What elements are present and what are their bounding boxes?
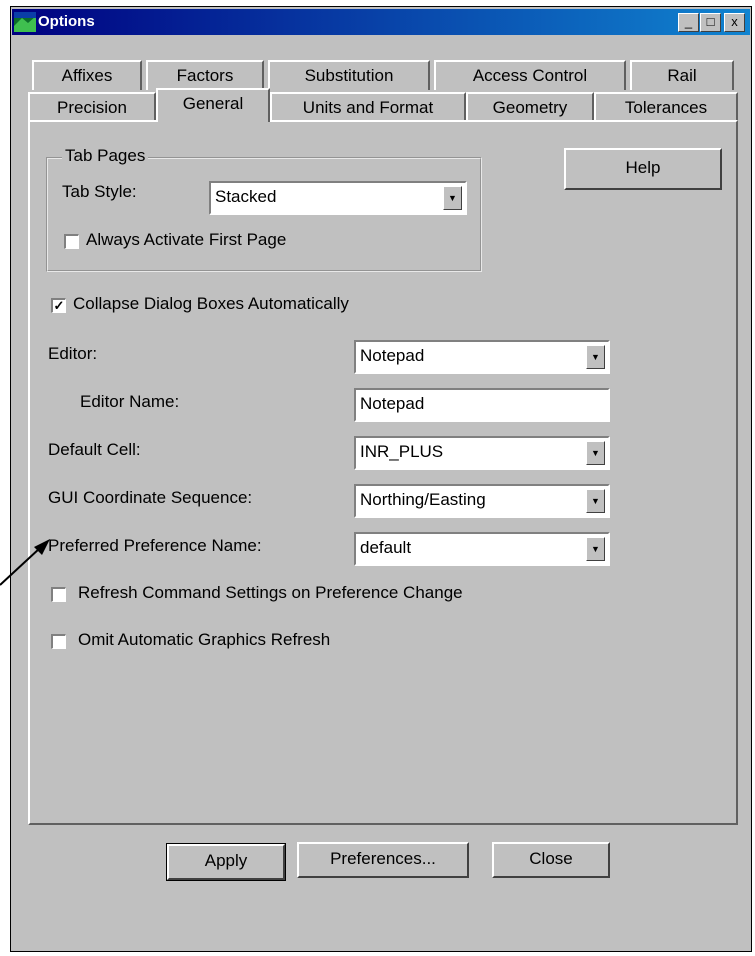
tab-factors[interactable]: Factors bbox=[146, 60, 264, 90]
editor-name-input[interactable]: Notepad bbox=[354, 388, 610, 422]
tab-pages-legend: Tab Pages bbox=[62, 146, 149, 166]
gui-coordinate-sequence-dropdown[interactable]: Northing/Easting ▼ bbox=[354, 484, 610, 518]
always-activate-first-page-label: Always Activate First Page bbox=[86, 230, 287, 249]
apply-button[interactable]: Apply bbox=[166, 843, 286, 881]
omit-graphics-refresh-label: Omit Automatic Graphics Refresh bbox=[78, 630, 331, 649]
gui-coordinate-sequence-label: GUI Coordinate Sequence: bbox=[48, 488, 253, 507]
tab-tolerances[interactable]: Tolerances bbox=[594, 92, 738, 122]
tab-style-label: Tab Style: bbox=[62, 182, 137, 201]
minimize-icon[interactable]: _ bbox=[678, 13, 699, 32]
tab-style-dropdown[interactable]: Stacked ▼ bbox=[209, 181, 467, 215]
chevron-down-icon[interactable]: ▼ bbox=[586, 537, 605, 561]
tab-rail[interactable]: Rail bbox=[630, 60, 734, 90]
window-title: Options bbox=[38, 13, 95, 30]
always-activate-first-page-checkbox[interactable] bbox=[64, 234, 79, 249]
tab-access-control[interactable]: Access Control bbox=[434, 60, 626, 90]
default-cell-label: Default Cell: bbox=[48, 440, 141, 459]
preferred-preference-name-value: default bbox=[360, 538, 412, 557]
preferred-preference-name-label: Preferred Preference Name: bbox=[48, 536, 262, 555]
chevron-down-icon[interactable]: ▼ bbox=[586, 441, 605, 465]
tab-affixes[interactable]: Affixes bbox=[32, 60, 142, 90]
app-icon bbox=[14, 12, 36, 32]
close-button[interactable]: Close bbox=[492, 842, 610, 878]
preferences-button[interactable]: Preferences... bbox=[297, 842, 469, 878]
editor-dropdown[interactable]: Notepad ▼ bbox=[354, 340, 610, 374]
tab-units-and-format[interactable]: Units and Format bbox=[270, 92, 466, 122]
tab-substitution[interactable]: Substitution bbox=[268, 60, 430, 90]
chevron-down-icon[interactable]: ▼ bbox=[586, 489, 605, 513]
tab-geometry[interactable]: Geometry bbox=[466, 92, 594, 122]
tab-precision[interactable]: Precision bbox=[28, 92, 156, 122]
editor-label: Editor: bbox=[48, 344, 98, 363]
default-cell-value: INR_PLUS bbox=[360, 442, 444, 461]
chevron-down-icon[interactable]: ▼ bbox=[586, 345, 605, 369]
refresh-command-settings-label: Refresh Command Settings on Preference C… bbox=[78, 583, 463, 602]
editor-name-label: Editor Name: bbox=[80, 392, 180, 411]
help-button[interactable]: Help bbox=[564, 148, 722, 190]
editor-value: Notepad bbox=[360, 346, 425, 365]
tab-general[interactable]: General bbox=[156, 88, 270, 122]
omit-graphics-refresh-checkbox[interactable] bbox=[51, 634, 66, 649]
default-cell-dropdown[interactable]: INR_PLUS ▼ bbox=[354, 436, 610, 470]
close-icon[interactable]: x bbox=[724, 13, 745, 32]
tab-style-value: Stacked bbox=[215, 187, 277, 206]
gui-coordinate-sequence-value: Northing/Easting bbox=[360, 490, 486, 509]
collapse-dialog-label: Collapse Dialog Boxes Automatically bbox=[73, 294, 349, 313]
annotation-arrow bbox=[0, 539, 50, 586]
collapse-dialog-checkbox[interactable]: ✓ bbox=[51, 298, 66, 313]
preferred-preference-name-dropdown[interactable]: default ▼ bbox=[354, 532, 610, 566]
maximize-icon[interactable]: □ bbox=[700, 13, 721, 32]
chevron-down-icon[interactable]: ▼ bbox=[443, 186, 462, 210]
title-bar[interactable] bbox=[12, 9, 750, 35]
